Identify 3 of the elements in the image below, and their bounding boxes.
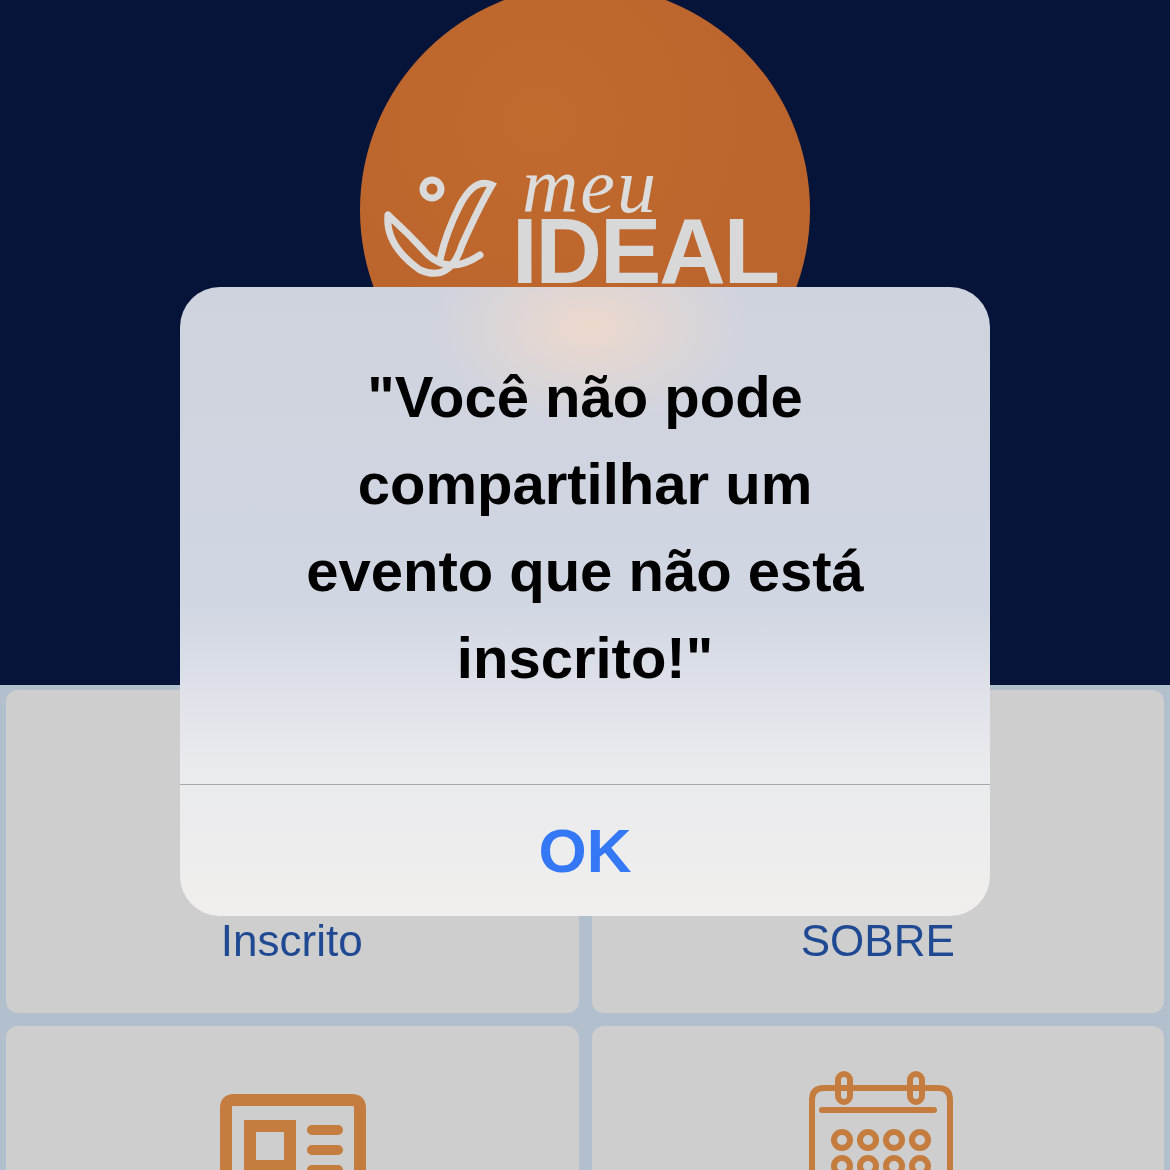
tile-label: SOBRE: [799, 916, 956, 965]
alert-message: "Você não pode compartilhar um evento que não está inscrito!": [305, 363, 865, 692]
tile-label: Inscrito: [219, 916, 364, 965]
